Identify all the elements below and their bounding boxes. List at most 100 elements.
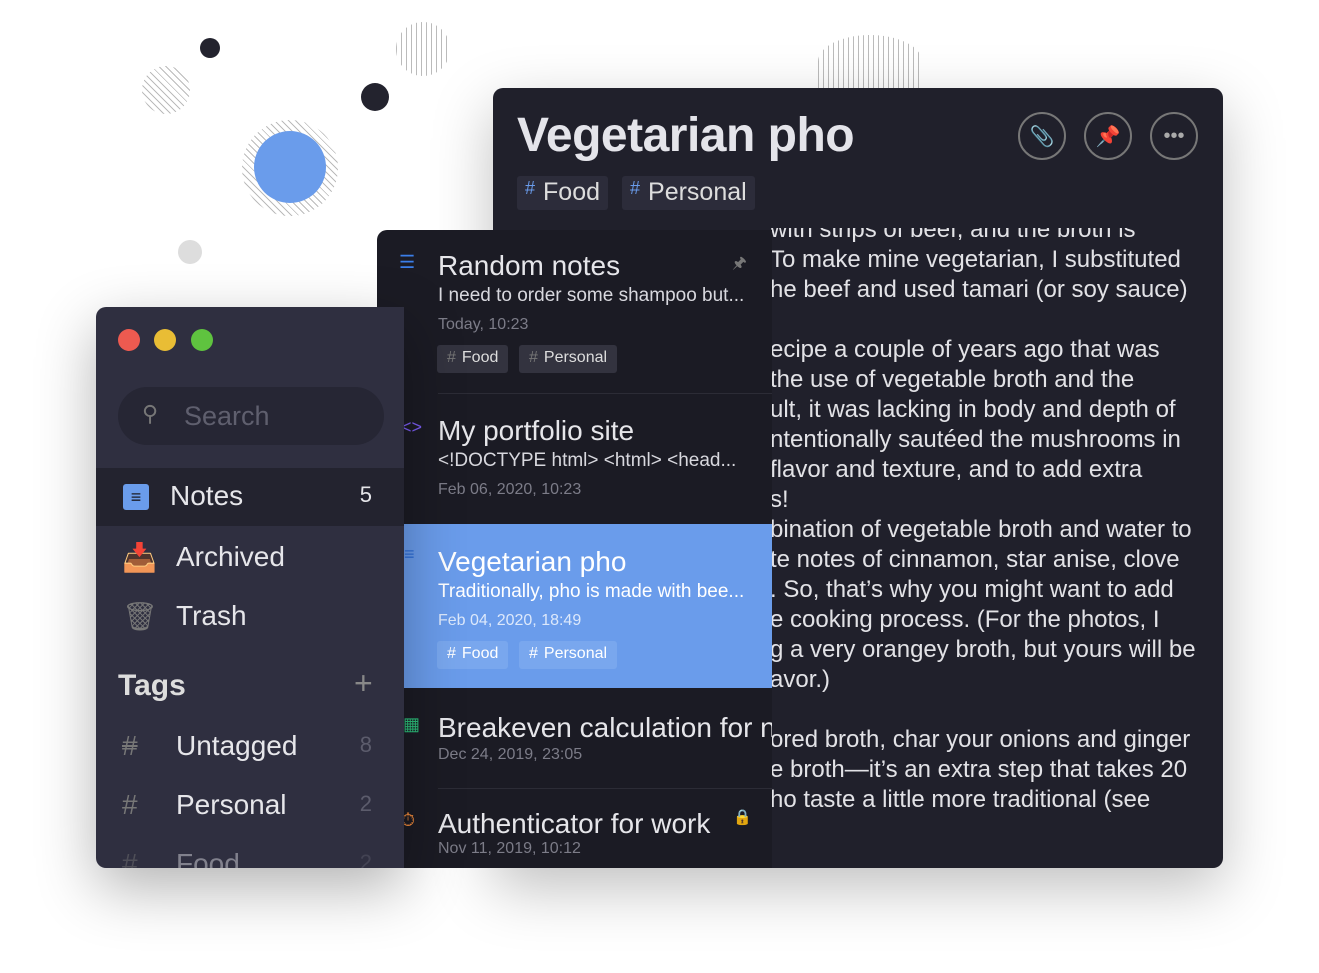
sidebar-item-label: Personal <box>176 789 287 820</box>
hash-icon: # <box>525 178 536 198</box>
divider <box>438 393 772 394</box>
title-divider <box>493 214 1223 228</box>
body-line: ntentionally sautéed the mushrooms in <box>770 426 1181 453</box>
editor-tag-food[interactable]: # Food <box>517 176 608 210</box>
hash-icon: # <box>122 848 138 868</box>
decoration-hatch <box>818 35 922 88</box>
trash-icon: 🗑 <box>122 601 158 632</box>
note-preview: I need to order some shampoo but... <box>438 285 745 306</box>
sidebar-item-label: Trash <box>176 600 247 631</box>
hash-icon: # <box>630 178 641 198</box>
note-item-vegetarian-pho[interactable]: ≡ Vegetarian pho Traditionally, pho is m… <box>377 524 772 688</box>
decoration-hatch <box>142 66 190 114</box>
sidebar-item-label: Notes <box>170 480 244 511</box>
search-icon: ⚲ <box>142 401 159 426</box>
close-window-button[interactable] <box>118 329 140 351</box>
plain-text-icon: ☰ <box>399 252 416 272</box>
count: 2 <box>359 791 372 816</box>
sidebar-tag-food[interactable]: # Food 2 <box>96 836 404 868</box>
note-item-portfolio[interactable]: <> My portfolio site <!DOCTYPE html> <ht… <box>377 395 772 523</box>
note-tag: # Food <box>437 345 509 373</box>
minimize-window-button[interactable] <box>154 329 176 351</box>
decoration-dot <box>200 38 220 58</box>
body-line: ho taste a little more traditional (see <box>770 786 1151 813</box>
body-line: To make mine vegetarian, I substituted <box>770 246 1181 273</box>
decoration-dot <box>361 83 389 111</box>
body-line: ecipe a couple of years ago that was <box>770 336 1160 363</box>
note-item-authenticator[interactable]: ⏱ Authenticator for work 🔒 Nov 11, 2019,… <box>377 790 772 868</box>
tag-label: Food <box>543 178 600 206</box>
pin-button[interactable]: 📌 <box>1084 112 1132 160</box>
note-item-random-notes[interactable]: ☰ Random notes 🖈 I need to order some sh… <box>377 230 772 394</box>
sidebar-item-notes[interactable]: ≡ Notes 5 <box>96 468 404 526</box>
body-line: the use of vegetable broth and the <box>770 366 1135 393</box>
note-title: Vegetarian pho <box>438 546 627 577</box>
body-line: ult, it was lacking in body and depth of <box>770 396 1176 423</box>
note-tag: # Personal <box>519 641 618 669</box>
sidebar-item-label: Untagged <box>176 730 298 761</box>
editor-tag-personal[interactable]: # Personal <box>622 176 755 210</box>
note-item-breakeven[interactable]: ▦ Breakeven calculation for n Dec 24, 20… <box>377 690 772 790</box>
note-date: Feb 06, 2020, 10:23 <box>438 481 582 498</box>
pin-icon: 📌 <box>1095 125 1121 148</box>
count: 2 <box>359 850 372 868</box>
search-input[interactable]: ⚲ Search <box>118 387 384 445</box>
pin-icon: 🖈 <box>732 255 747 272</box>
notes-icon: ≡ <box>123 484 149 510</box>
sidebar-item-archived[interactable]: 📥 Archived <box>96 529 404 587</box>
search-placeholder: Search <box>184 401 270 431</box>
body-line: avor.) <box>770 666 831 693</box>
lock-icon: 🔒 <box>733 809 752 826</box>
body-line: s! <box>770 486 789 513</box>
note-date: Today, 10:23 <box>438 316 529 333</box>
spreadsheet-icon: ▦ <box>403 714 421 734</box>
note-date: Nov 11, 2019, 10:12 <box>438 840 581 857</box>
sidebar-tag-untagged[interactable]: # Untagged 8 <box>96 718 404 776</box>
note-date: Feb 04, 2020, 18:49 <box>438 612 582 629</box>
body-line: te notes of cinnamon, star anise, clove <box>770 546 1180 573</box>
notes-list: ☰ Random notes 🖈 I need to order some sh… <box>377 230 772 868</box>
add-tag-button[interactable]: + <box>354 665 373 702</box>
note-tag: # Personal <box>519 345 618 373</box>
sidebar-window: ⚲ Search ≡ Notes 5 📥 Archived 🗑 Trash Ta… <box>96 307 404 868</box>
body-line: . So, that’s why you might want to add <box>770 576 1174 603</box>
note-title[interactable]: Vegetarian pho <box>517 108 855 163</box>
archive-icon: 📥 <box>122 542 157 573</box>
attach-button[interactable]: 📎 <box>1018 112 1066 160</box>
note-preview: Traditionally, pho is made with bee... <box>438 581 745 602</box>
hash-icon: # <box>122 789 138 820</box>
body-line: e broth—it’s an extra step that takes 20 <box>770 756 1188 783</box>
note-title: Random notes <box>438 250 621 281</box>
body-line: g a very orangey broth, but yours will b… <box>770 636 1196 663</box>
body-line: flavor and texture, and to add extra <box>770 456 1143 483</box>
decoration-dot <box>178 240 202 264</box>
markdown-icon: ≡ <box>404 544 415 564</box>
maximize-window-button[interactable] <box>191 329 213 351</box>
body-line: bination of vegetable broth and water to <box>770 516 1192 543</box>
sidebar-tag-personal[interactable]: # Personal 2 <box>96 777 404 835</box>
tag-label: Personal <box>648 178 747 206</box>
body-line: ored broth, char your onions and ginger <box>770 726 1191 753</box>
note-title: Authenticator for work <box>438 808 711 839</box>
more-icon: ••• <box>1163 124 1185 147</box>
paperclip-icon: 📎 <box>1029 125 1055 148</box>
sidebar-item-label: Food <box>176 848 240 868</box>
note-title: Breakeven calculation for n <box>438 712 772 743</box>
sidebar-item-label: Archived <box>176 541 285 572</box>
decoration-hatch <box>396 22 450 76</box>
more-button[interactable]: ••• <box>1150 112 1198 160</box>
note-tag: # Food <box>437 641 509 669</box>
body-line: e cooking process. (For the photos, I <box>770 606 1160 633</box>
decoration-blue-circle <box>254 131 326 203</box>
note-date: Dec 24, 2019, 23:05 <box>438 746 583 763</box>
count: 5 <box>359 482 372 507</box>
count: 8 <box>359 732 372 757</box>
code-icon: <> <box>401 417 423 437</box>
sidebar-item-trash[interactable]: 🗑 Trash <box>96 588 404 646</box>
untagged-icon: # <box>122 730 138 761</box>
divider <box>438 788 772 789</box>
note-preview: <!DOCTYPE html> <html> <head... <box>438 450 737 471</box>
tags-heading: Tags <box>118 669 186 702</box>
note-title: My portfolio site <box>438 415 635 446</box>
body-line: he beef and used tamari (or soy sauce) <box>770 276 1188 303</box>
